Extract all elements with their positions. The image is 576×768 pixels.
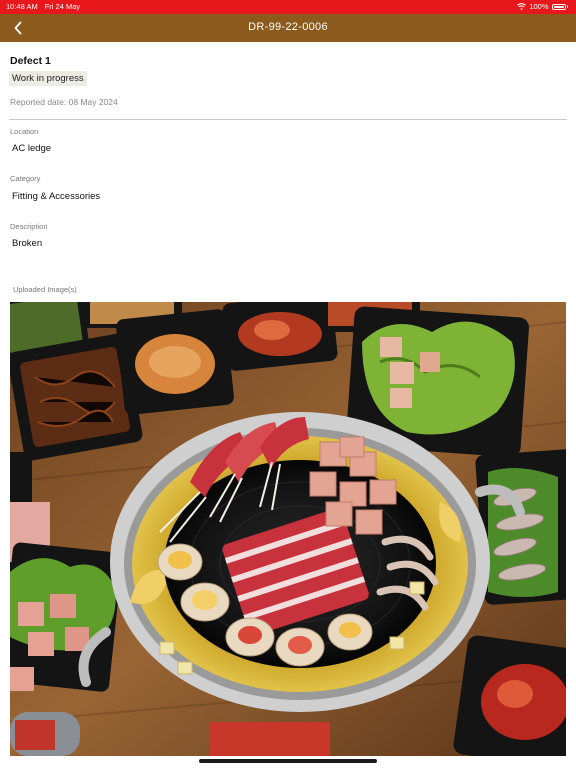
defect-title: Defect 1 [10,55,51,67]
category-value: Fitting & Accessories [12,191,101,202]
status-right: 100% [517,2,568,11]
location-value: AC ledge [12,143,52,154]
status-left: 10:48 AM Fri 24 May [6,2,87,11]
wifi-icon [517,3,527,10]
reported-date: Reported date: 08 May 2024 [10,97,118,107]
divider [9,119,567,120]
home-indicator [199,759,377,763]
nav-bar: DR-99-22-0006 [0,14,576,42]
status-time: 10:48 AM [6,2,38,11]
description-label: Description [10,222,48,231]
status-bar: 10:48 AM Fri 24 May 100% [0,0,576,14]
page-title: DR-99-22-0006 [248,21,328,33]
category-label: Category [10,174,41,183]
uploaded-image[interactable] [10,302,566,756]
battery-icon [551,3,566,10]
battery-percent: 100% [529,2,549,11]
status-date: Fri 24 May [44,2,81,11]
location-label: Location [10,127,39,136]
uploaded-images-label: Uploaded Image(s) [13,285,77,294]
uploaded-photo [10,302,566,756]
battery-tip [566,5,568,8]
description-value: Broken [12,238,43,249]
status-badge: Work in progress [9,71,87,86]
